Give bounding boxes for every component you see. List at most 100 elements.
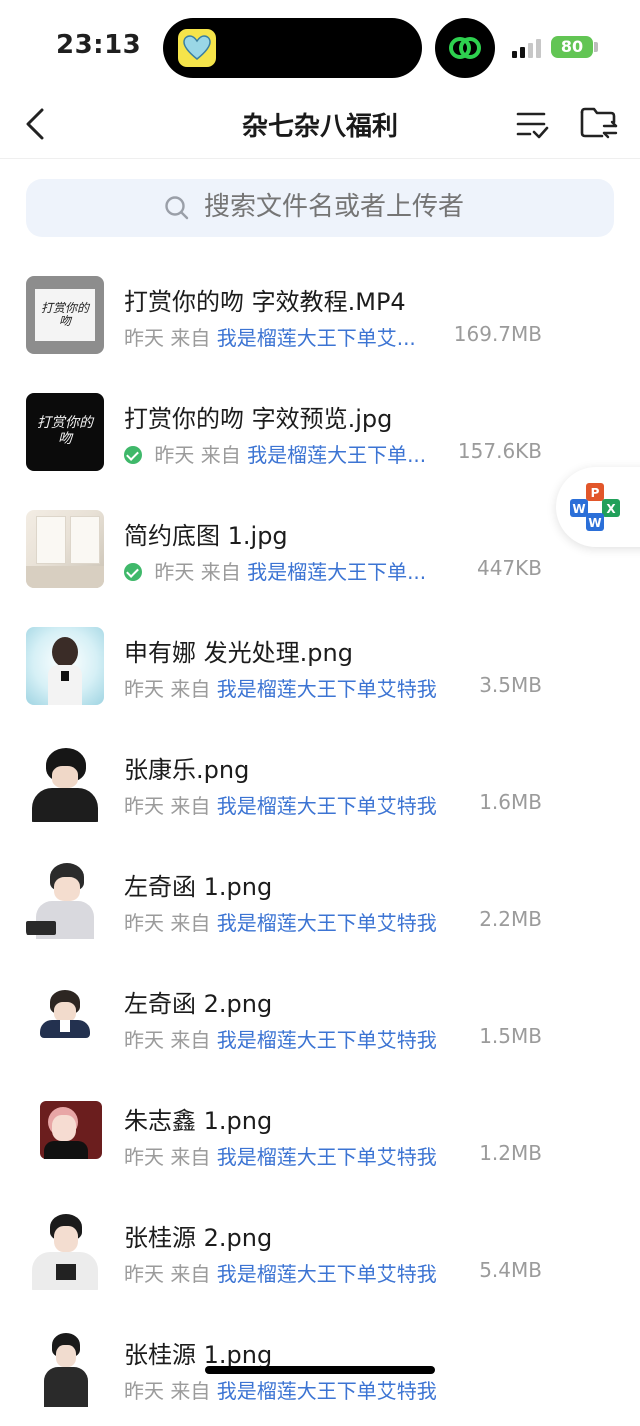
file-date: 昨天: [124, 1379, 164, 1403]
folder-button[interactable]: [578, 104, 620, 142]
file-date: 昨天: [124, 911, 164, 935]
file-meta: 昨天 来自 我是榴莲大王下单艾特我 2.2MB: [124, 907, 554, 936]
downloaded-check-icon: [124, 563, 142, 581]
search-bar[interactable]: [26, 179, 614, 237]
file-thumbnail: [26, 1095, 104, 1173]
file-uploader[interactable]: 我是榴莲大王下单艾特我: [217, 1379, 437, 1403]
file-from-label: 来自: [170, 911, 211, 935]
file-meta: 昨天 来自 我是榴莲大王下单... 447KB: [124, 556, 554, 585]
file-meta: 昨天 来自 我是榴莲大王下单艾特我 1.5MB: [124, 1024, 554, 1053]
file-item[interactable]: 申有娜 发光处理.png 昨天 来自 我是榴莲大王下单艾特我 3.5MB: [0, 607, 640, 724]
file-uploader[interactable]: 我是榴莲大王下单艾...: [217, 326, 416, 350]
file-date: 昨天: [154, 560, 195, 584]
status-time: 23:13: [56, 30, 142, 60]
file-size: 5.4MB: [479, 1258, 542, 1282]
file-meta: 昨天 来自 我是榴莲大王下单艾特我 1.6MB: [124, 790, 554, 819]
home-indicator[interactable]: [205, 1366, 435, 1374]
file-from-label: 来自: [170, 326, 211, 350]
office-apps-button[interactable]: P W X W: [556, 467, 640, 547]
file-item[interactable]: 左奇函 1.png 昨天 来自 我是榴莲大王下单艾特我 2.2MB: [0, 841, 640, 958]
file-from-label: 来自: [200, 560, 241, 584]
file-name: 左奇函 2.png: [124, 990, 273, 1018]
file-size: 1.6MB: [479, 790, 542, 814]
file-meta: 昨天 来自 我是榴莲大王下单艾特我 1.2MB: [124, 1141, 554, 1170]
search-icon: [165, 196, 189, 220]
file-item[interactable]: 张康乐.png 昨天 来自 我是榴莲大王下单艾特我 1.6MB: [0, 724, 640, 841]
file-thumbnail: [26, 627, 104, 705]
file-meta: 昨天 来自 我是榴莲大王下单... 157.6KB: [124, 439, 554, 468]
file-from-label: 来自: [170, 794, 211, 818]
file-date: 昨天: [154, 443, 195, 467]
file-thumbnail: [26, 510, 104, 588]
file-meta: 昨天 来自 我是榴莲大王下单艾特我: [124, 1375, 554, 1404]
file-thumbnail: 打赏你的吻: [26, 393, 104, 471]
battery-cap: [594, 42, 598, 52]
file-name: 张桂源 1.png: [124, 1341, 273, 1369]
file-size: 447KB: [476, 556, 542, 580]
file-thumbnail: [26, 978, 104, 1056]
svg-text:W: W: [572, 502, 585, 516]
file-meta: 昨天 来自 我是榴莲大王下单艾... 169.7MB: [124, 322, 554, 351]
search-input[interactable]: [202, 191, 546, 223]
file-thumbnail: [26, 861, 104, 939]
file-from-label: 来自: [200, 443, 241, 467]
file-name: 申有娜 发光处理.png: [124, 639, 353, 667]
island-link-icon[interactable]: [435, 18, 495, 78]
chevron-left-icon: [26, 108, 44, 140]
file-uploader[interactable]: 我是榴莲大王下单艾特我: [217, 1262, 437, 1286]
file-size: 3.5MB: [479, 673, 542, 697]
downloaded-check-icon: [124, 446, 142, 464]
thumbnail-title: 打赏你的吻: [40, 301, 89, 328]
file-name: 张桂源 2.png: [124, 1224, 273, 1252]
file-thumbnail: [26, 1212, 104, 1290]
file-from-label: 来自: [170, 1379, 211, 1403]
file-uploader[interactable]: 我是榴莲大王下单艾特我: [217, 1028, 437, 1052]
file-size: 1.2MB: [479, 1141, 542, 1165]
file-name: 张康乐.png: [124, 756, 250, 784]
signal-icon: [512, 38, 546, 58]
file-name: 简约底图 1.jpg: [124, 522, 288, 550]
folder-transfer-icon: [580, 107, 618, 139]
file-size: 2.2MB: [479, 907, 542, 931]
file-size: 157.6KB: [457, 439, 542, 463]
file-date: 昨天: [124, 794, 164, 818]
file-date: 昨天: [124, 1145, 164, 1169]
file-item[interactable]: 打赏你的吻 打赏你的吻 字效预览.jpg 昨天 来自 我是榴莲大王下单... 1…: [0, 373, 640, 490]
back-button[interactable]: [18, 102, 58, 146]
file-from-label: 来自: [170, 677, 211, 701]
file-uploader[interactable]: 我是榴莲大王下单艾特我: [217, 794, 437, 818]
svg-text:W: W: [588, 516, 601, 530]
file-size: 1.5MB: [479, 1024, 542, 1048]
island-app-icon[interactable]: [178, 29, 216, 67]
file-meta: 昨天 来自 我是榴莲大王下单艾特我 3.5MB: [124, 673, 554, 702]
file-date: 昨天: [124, 326, 164, 350]
svg-text:X: X: [606, 502, 616, 516]
file-uploader[interactable]: 我是榴莲大王下单艾特我: [217, 911, 437, 935]
file-item[interactable]: 朱志鑫 1.png 昨天 来自 我是榴莲大王下单艾特我 1.2MB: [0, 1075, 640, 1192]
file-from-label: 来自: [170, 1262, 211, 1286]
file-item[interactable]: 张桂源 2.png 昨天 来自 我是榴莲大王下单艾特我 5.4MB: [0, 1192, 640, 1309]
file-thumbnail: 打赏你的吻: [26, 276, 104, 354]
file-thumbnail: [26, 1329, 104, 1407]
file-name: 打赏你的吻 字效教程.MP4: [124, 288, 406, 316]
file-date: 昨天: [124, 1028, 164, 1052]
nav-bar: 杂七杂八福利: [0, 92, 640, 159]
file-date: 昨天: [124, 1262, 164, 1286]
page-title: 杂七杂八福利: [241, 112, 398, 142]
file-item[interactable]: 简约底图 1.jpg 昨天 来自 我是榴莲大王下单... 447KB: [0, 490, 640, 607]
svg-text:P: P: [591, 486, 600, 500]
file-size: 169.7MB: [453, 322, 542, 346]
file-item[interactable]: 打赏你的吻 打赏你的吻 字效教程.MP4 昨天 来自 我是榴莲大王下单艾... …: [0, 256, 640, 373]
file-uploader[interactable]: 我是榴莲大王下单艾特我: [217, 1145, 437, 1169]
file-from-label: 来自: [170, 1145, 211, 1169]
file-meta: 昨天 来自 我是榴莲大王下单艾特我 5.4MB: [124, 1258, 554, 1287]
battery-icon: 80: [551, 36, 593, 58]
file-uploader[interactable]: 我是榴莲大王下单...: [247, 443, 426, 467]
file-uploader[interactable]: 我是榴莲大王下单...: [247, 560, 426, 584]
file-item[interactable]: 左奇函 2.png 昨天 来自 我是榴莲大王下单艾特我 1.5MB: [0, 958, 640, 1075]
file-name: 朱志鑫 1.png: [124, 1107, 273, 1135]
file-uploader[interactable]: 我是榴莲大王下单艾特我: [217, 677, 437, 701]
file-from-label: 来自: [170, 1028, 211, 1052]
file-date: 昨天: [124, 677, 164, 701]
sort-button[interactable]: [512, 106, 552, 142]
